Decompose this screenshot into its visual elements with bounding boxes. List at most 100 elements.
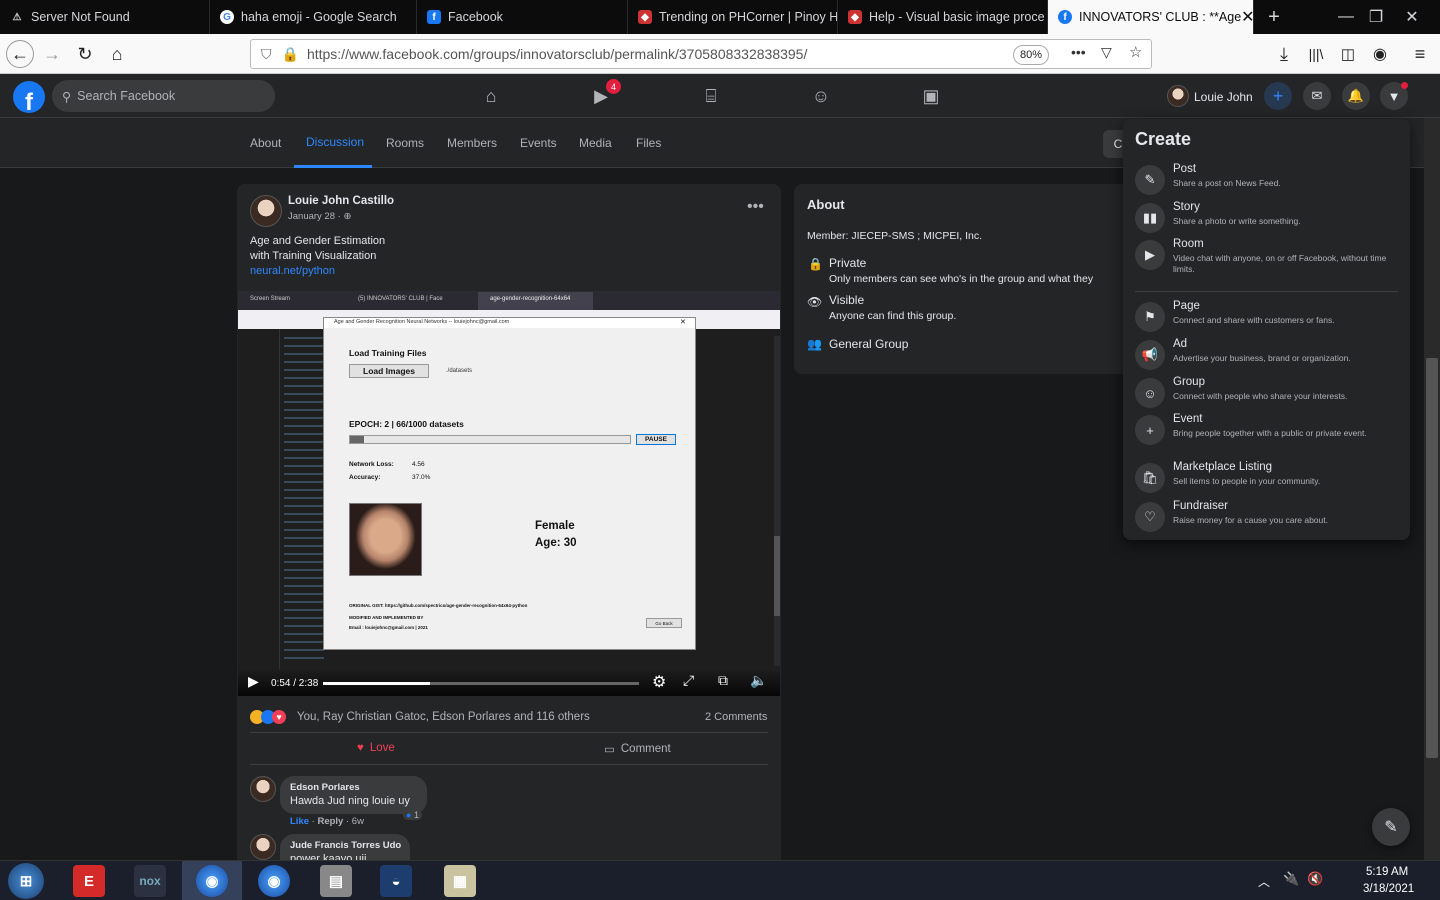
post-author[interactable]: Louie John Castillo xyxy=(288,195,394,207)
love-button[interactable]: ♥ Love xyxy=(357,742,395,754)
avatar[interactable] xyxy=(250,195,282,227)
notifications-bell-icon[interactable]: 🔔 xyxy=(1342,82,1370,110)
start-button[interactable]: ⊞ xyxy=(8,863,44,899)
avatar[interactable] xyxy=(250,776,276,802)
new-message-button[interactable]: ✎ xyxy=(1372,808,1410,846)
messenger-icon[interactable]: ✉ xyxy=(1303,82,1331,110)
restore-button[interactable]: ❐ xyxy=(1358,0,1394,34)
app-close-icon[interactable]: ✕ xyxy=(680,318,686,326)
folder-icon[interactable]: ▦ xyxy=(444,865,476,897)
marketplace-icon[interactable]: ⌸ xyxy=(699,84,723,108)
tab-innovators-club[interactable]: f INNOVATORS' CLUB : **Age ✕ xyxy=(1048,0,1254,34)
app-window-icon[interactable]: ◒ xyxy=(380,865,412,897)
groups-icon[interactable]: ☺ xyxy=(809,84,833,108)
home-button[interactable]: ⌂ xyxy=(103,40,131,68)
close-window-button[interactable]: ✕ xyxy=(1394,0,1430,34)
menu-icon[interactable]: ≡ xyxy=(1406,40,1434,68)
search-facebook-input[interactable]: ⚲ Search Facebook xyxy=(52,80,275,112)
tray-chevron-icon[interactable]: ︿ xyxy=(1258,873,1270,890)
load-images-button[interactable]: Load Images xyxy=(349,364,429,378)
create-post-item[interactable]: ✎ Post Share a post on News Feed. xyxy=(1135,163,1400,199)
create-plus-icon[interactable]: + xyxy=(1264,82,1292,110)
create-item-title: Story xyxy=(1173,201,1200,213)
profile-name[interactable]: Louie John xyxy=(1194,90,1253,104)
tab-members[interactable]: Members xyxy=(447,118,497,168)
flag-icon: ⚑ xyxy=(1135,302,1165,332)
reload-button[interactable]: ↻ xyxy=(71,40,99,68)
nox-icon[interactable]: nox xyxy=(134,865,166,897)
fullscreen-icon[interactable]: ⤢ xyxy=(683,672,694,689)
home-icon[interactable]: ⌂ xyxy=(479,84,503,108)
create-fundraiser-item[interactable]: ♡ Fundraiser Raise money for a cause you… xyxy=(1135,500,1400,536)
tray-power-icon[interactable]: 🔌 xyxy=(1283,871,1299,887)
comment-reply-link[interactable]: Reply xyxy=(317,816,343,827)
picture-in-picture-icon[interactable]: ⧉ xyxy=(718,672,728,689)
create-group-item[interactable]: ☺ Group Connect with people who share yo… xyxy=(1135,376,1400,412)
create-marketplace-item[interactable]: 🛍 Marketplace Listing Sell items to peop… xyxy=(1135,461,1400,497)
tab-facebook[interactable]: f Facebook xyxy=(417,0,628,34)
firefox-icon[interactable]: ◉ xyxy=(258,865,290,897)
pocket-icon[interactable]: ▽ xyxy=(1101,44,1112,61)
reactions-text[interactable]: You, Ray Christian Gatoc, Edson Porlares… xyxy=(297,711,590,723)
volume-icon[interactable]: 🔈 xyxy=(750,672,767,689)
comment-button[interactable]: ▭ Comment xyxy=(604,742,671,756)
create-event-item[interactable]: + Event Bring people together with a pub… xyxy=(1135,413,1400,449)
gaming-icon[interactable]: ▣ xyxy=(919,84,943,108)
comment-like-link[interactable]: Like xyxy=(290,816,309,827)
clock-time[interactable]: 5:19 AM xyxy=(1366,866,1408,878)
computer-icon[interactable]: ▤ xyxy=(320,865,352,897)
tab-google-search[interactable]: G haha emoji - Google Search xyxy=(210,0,417,34)
back-button[interactable]: ← xyxy=(6,40,34,68)
pause-button[interactable]: PAUSE xyxy=(636,434,676,445)
tab-about[interactable]: About xyxy=(250,118,281,168)
account-icon[interactable]: ◉ xyxy=(1366,40,1394,68)
video-player[interactable]: Screen Stream (5) INNOVATORS' CLUB | Fac… xyxy=(238,291,780,696)
tab-discussion[interactable]: Discussion xyxy=(294,118,372,168)
tab-server-not-found[interactable]: ⚠ Server Not Found xyxy=(0,0,210,34)
tab-phcorner-trending[interactable]: ◆ Trending on PHCorner | Pinoy H xyxy=(628,0,838,34)
gist-credit: ORIGINAL GIST: https://github.com/spectr… xyxy=(349,603,528,608)
post-options-icon[interactable]: ••• xyxy=(747,198,764,216)
create-story-item[interactable]: ▮▮ Story Share a photo or write somethin… xyxy=(1135,201,1400,237)
video-progress-bar[interactable] xyxy=(323,682,639,685)
post-date[interactable]: January 28 · ⊕ xyxy=(288,211,351,222)
sidebar-icon[interactable]: ◫ xyxy=(1334,40,1362,68)
tray-volume-icon[interactable]: 🔇 xyxy=(1307,871,1323,887)
library-icon[interactable]: |||\ xyxy=(1302,40,1330,68)
tab-events[interactable]: Events xyxy=(520,118,557,168)
create-room-item[interactable]: ▶ Room Video chat with anyone, on or off… xyxy=(1135,238,1400,274)
tab-phcorner-help[interactable]: ◆ Help - Visual basic image proce xyxy=(838,0,1048,34)
firefox-icon[interactable]: ◉ xyxy=(196,865,228,897)
play-icon[interactable]: ▶ xyxy=(248,673,259,690)
avatar[interactable] xyxy=(1167,85,1189,107)
comment-actions: Like · Reply · 6w xyxy=(290,816,364,827)
settings-gear-icon[interactable]: ⚙ xyxy=(652,672,666,692)
comment-author[interactable]: Edson Porlares xyxy=(290,782,360,793)
create-ad-item[interactable]: 📢 Ad Advertise your business, brand or o… xyxy=(1135,338,1400,374)
go-back-button[interactable]: Go Back xyxy=(646,618,682,628)
app-e-icon[interactable]: E xyxy=(73,865,105,897)
page-actions-icon[interactable]: ••• xyxy=(1071,44,1086,60)
forward-button[interactable]: → xyxy=(38,40,66,68)
new-tab-button[interactable]: + xyxy=(1256,0,1292,34)
clock-date[interactable]: 3/18/2021 xyxy=(1363,883,1414,895)
bookmark-star-icon[interactable]: ☆ xyxy=(1129,43,1142,61)
downloads-icon[interactable]: ⤓ xyxy=(1270,40,1298,68)
comment-reaction-count[interactable]: ● 1 xyxy=(403,810,422,820)
comments-count[interactable]: 2 Comments xyxy=(705,711,767,723)
post-link[interactable]: neural.net/python xyxy=(250,264,385,279)
comment-author[interactable]: Jude Francis Torres Udo xyxy=(290,840,401,851)
zoom-level[interactable]: 80% xyxy=(1013,45,1049,65)
facebook-logo-icon[interactable]: f xyxy=(13,81,45,113)
url-bar[interactable]: ⛉ 🔒 https://www.facebook.com/groups/inno… xyxy=(250,39,1152,69)
tab-files[interactable]: Files xyxy=(636,118,661,168)
phcorner-icon: ◆ xyxy=(638,10,652,24)
create-item-desc: Bring people together with a public or p… xyxy=(1173,428,1367,438)
close-tab-icon[interactable]: ✕ xyxy=(1241,7,1253,27)
tab-media[interactable]: Media xyxy=(579,118,612,168)
reaction-icons[interactable]: ♥ xyxy=(250,710,286,724)
avatar[interactable] xyxy=(250,834,276,860)
create-page-item[interactable]: ⚑ Page Connect and share with customers … xyxy=(1135,300,1400,336)
tab-rooms[interactable]: Rooms xyxy=(386,118,424,168)
page-scrollbar[interactable] xyxy=(1424,118,1440,860)
